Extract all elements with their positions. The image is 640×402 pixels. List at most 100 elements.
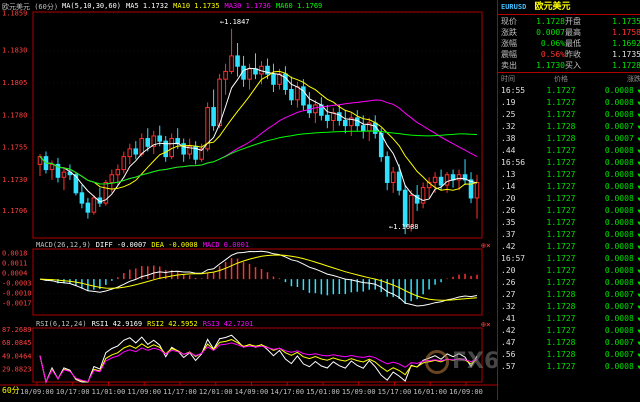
- candle-body: [402, 189, 408, 227]
- x-tick-label: 14/09:00: [235, 388, 269, 396]
- candle-body: [127, 148, 133, 158]
- window-title: 欧元美元 (60分): [2, 3, 59, 11]
- quote-symbol: EURUSD: [501, 3, 527, 11]
- macd-tick-label: 0.0011: [2, 259, 27, 267]
- candle-body: [79, 192, 85, 204]
- chart-svg[interactable]: 1.18591.18301.18051.17801.17551.17301.17…: [0, 0, 497, 400]
- candle-body: [61, 171, 67, 178]
- macd-tick-label: 0.0004: [2, 269, 27, 277]
- macd-tick-label: 0.0018: [2, 249, 27, 257]
- tick-p: 1.1727: [546, 362, 576, 371]
- rsi_legend-item: RSI3 42.7201: [202, 320, 254, 328]
- quote-v2-1: 1.1758: [612, 28, 640, 37]
- candle-body: [325, 114, 330, 121]
- rsi_legend-item: RSI1 42.9169: [91, 320, 143, 328]
- candle-body: [133, 148, 139, 155]
- macd-legend: MACD(26,12,9) DIFF -0.0007 DEA -0.0008 MACD…: [36, 241, 254, 249]
- tick-row: .13 1.1727 0.0008: [498, 169, 640, 181]
- tick-row: 16:55 1.1727 0.0008: [498, 85, 640, 97]
- candle-body: [139, 138, 145, 155]
- x-tick-label: 14/17:00: [270, 388, 304, 396]
- quote-v1-2: 0.06%: [540, 39, 565, 48]
- price-tick-label: 1.1830: [2, 47, 27, 55]
- quote-panel: EURUSD 欧元美元 现价 1.1728 开盘 1.1735 涨跌 0.0007 最高 1.…: [497, 0, 640, 400]
- high-annotation-value: 1.1847: [224, 18, 250, 26]
- x-tick-label: 10/17:00: [56, 388, 90, 396]
- x-tick-label: 16/01:00: [413, 388, 447, 396]
- quote-name: 欧元美元: [534, 2, 571, 12]
- macd_legend-item: MACD(26,12,9): [36, 241, 91, 249]
- quote-l1-1: 涨跌: [501, 28, 517, 37]
- tick-row: .38 1.1728 0.0007: [498, 133, 640, 145]
- ticks-header-change: 涨跌: [627, 75, 640, 83]
- tick-row: .26 1.1727 0.0008: [498, 277, 640, 289]
- quote-title: EURUSD 欧元美元: [498, 0, 640, 15]
- tick-row: .26 1.1727 0.0008: [498, 205, 640, 217]
- quote-v1-1: 0.0007: [536, 28, 565, 37]
- price-tick-label: 1.1805: [2, 79, 27, 87]
- rsi-tick-label: 68.0845: [2, 339, 32, 347]
- x-tick-label: 12/01:00: [199, 388, 233, 396]
- tick-row: 16:57 1.1727 0.0008: [498, 253, 640, 265]
- candle-body: [313, 104, 318, 114]
- macd_legend-item: DEA -0.0008: [151, 241, 198, 249]
- macd_legend-item: DIFF -0.0007: [95, 241, 147, 249]
- price_legend-item: MA5 1.1732: [126, 2, 169, 10]
- x-tick-label: 11/09:00: [127, 388, 161, 396]
- candle-body: [223, 70, 228, 80]
- quote-grid: 现价 1.1728 开盘 1.1735 涨跌 0.0007 最高 1.1758 涨幅 0.06% 最…: [498, 15, 640, 72]
- candle-body: [468, 179, 474, 199]
- quote-l1-3: 震幅: [501, 50, 517, 59]
- tick-row: .32 1.1728 0.0007: [498, 301, 640, 313]
- tick-row: .20 1.1727 0.0008: [498, 193, 640, 205]
- price_legend-item: MA30 1.1736: [224, 2, 271, 10]
- period-button[interactable]: 60分: [0, 385, 32, 397]
- ma-line-ma10: [39, 70, 478, 191]
- tick-row: .35 1.1727 0.0008: [498, 217, 640, 229]
- tick-list[interactable]: 16:551.17270.0008.191.17270.0008.251.172…: [498, 85, 640, 373]
- price-tick-label: 1.1730: [2, 176, 27, 184]
- price-tick-label: 1.1706: [2, 207, 27, 215]
- x-tick-label: 15/01:00: [306, 388, 340, 396]
- quote-v2-3: 1.1735: [612, 50, 640, 59]
- quote-v2-0: 1.1735: [612, 17, 640, 26]
- quote-l2-2: 最低: [565, 39, 581, 48]
- candle-body: [157, 135, 163, 142]
- quote-l2-0: 开盘: [565, 17, 581, 26]
- tick-t: .57: [501, 362, 516, 371]
- tick-row: .25 1.1727 0.0008: [498, 109, 640, 121]
- macd-tick-label: -0.0010: [2, 289, 32, 297]
- high-annotation: ←1.1847: [220, 18, 250, 26]
- candle-body: [384, 156, 390, 183]
- rsi-legend: RSI(6,12,24) RSI1 42.9169 RSI2 42.5952 RSI3…: [36, 320, 258, 328]
- chart-area[interactable]: 1.1859 1.1830 1.1805 1.1780 1.1755 1.1730 1.17…: [0, 0, 604, 400]
- candle-body: [343, 119, 348, 127]
- rsi-tick-label: 87.2689: [2, 326, 32, 334]
- rsi-panel-frame: [32, 327, 483, 383]
- close-icon-macd[interactable]: ⊕×: [481, 241, 491, 250]
- watermark-logo-icon: [425, 350, 449, 374]
- candle-body: [396, 171, 402, 191]
- close-icon-rsi[interactable]: ⊕×: [481, 320, 491, 329]
- tick-row: .32 1.1728 0.0007: [498, 121, 640, 133]
- candle-body: [337, 112, 342, 121]
- tick-row: .42 1.1727 0.0008: [498, 241, 640, 253]
- tick-row: .37 1.1727 0.0008: [498, 229, 640, 241]
- candle-body: [408, 194, 414, 227]
- macd_legend-item: MACD 0.0001: [202, 241, 250, 249]
- candle-body: [438, 176, 444, 186]
- price_legend-item: MA10 1.1735: [173, 2, 220, 10]
- quote-v2-2: 1.1692: [612, 39, 640, 48]
- ticks-header: 时间 价格 涨跌: [498, 72, 640, 85]
- rsi_legend-item: RSI(6,12,24): [36, 320, 87, 328]
- price_legend-item: MA60 1.1769: [275, 2, 323, 10]
- tick-row: .42 1.1727 0.0008: [498, 325, 640, 337]
- x-tick-label: 11/01:00: [92, 388, 126, 396]
- quote-l2-4: 买入: [565, 61, 581, 70]
- candle-body: [390, 171, 396, 183]
- quote-v1-4: 1.1730: [536, 61, 565, 70]
- price-legend: MA(5,10,30,60) MA5 1.1732 MA10 1.1735 MA30 …: [62, 2, 327, 10]
- price-tick-label: 1.1755: [2, 144, 27, 152]
- tick-row: 16:56 1.1727 0.0008: [498, 157, 640, 169]
- low-annotation: ←1.1688: [389, 223, 419, 231]
